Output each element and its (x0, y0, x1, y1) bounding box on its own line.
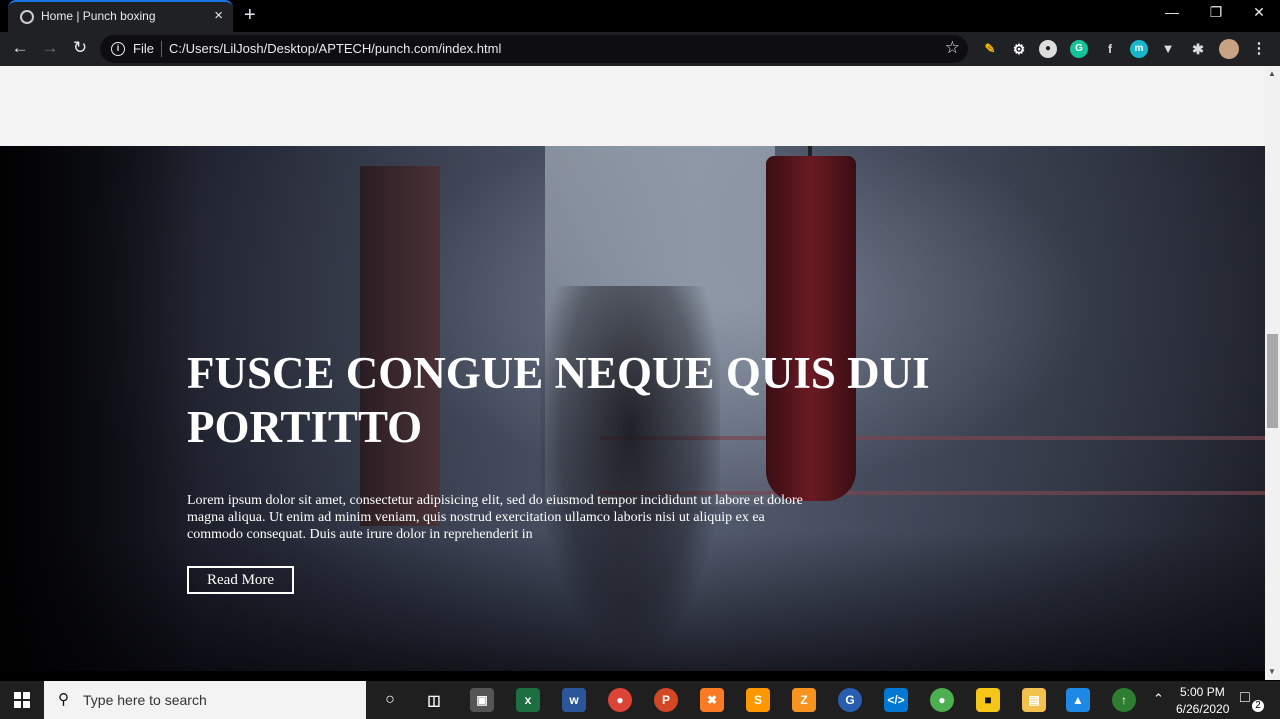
vuetify-icon[interactable]: ▼ (1159, 40, 1177, 58)
filezilla-icon[interactable]: Z (792, 688, 816, 712)
windows-start-icon[interactable] (14, 692, 30, 708)
powerpoint-icon[interactable]: P (654, 688, 678, 712)
git-icon[interactable]: ↑ (1112, 688, 1136, 712)
tray-chevron-up-icon[interactable]: ⌃ (1153, 691, 1164, 707)
file-explorer-icon[interactable]: ▤ (1022, 688, 1046, 712)
bulb-icon[interactable]: ● (1039, 40, 1057, 58)
meet-icon[interactable]: m (1130, 40, 1148, 58)
pencil-icon[interactable]: ✎ (981, 40, 999, 58)
notification-badge: 2 (1252, 700, 1264, 712)
tab-close-icon[interactable]: × (214, 7, 223, 24)
bookmark-star-icon[interactable]: ☆ (945, 38, 960, 58)
hero-bg-shadow (0, 146, 200, 671)
hero-title: Fusce congue neque quis dui portitto (187, 348, 930, 452)
close-window-button[interactable]: ✕ (1249, 4, 1269, 21)
windows-taskbar: ⚲ Type here to search ○ ◫ ▣ x w ● P ✖ S … (0, 681, 1280, 719)
minimize-button[interactable]: — (1162, 4, 1182, 20)
search-icon: ⚲ (58, 691, 69, 708)
browser-tab[interactable]: Home | Punch boxing × (8, 0, 233, 32)
page-top-strip (0, 66, 1265, 146)
clock-time[interactable]: 5:00 PM (1180, 685, 1225, 699)
restore-button[interactable]: ❐ (1206, 4, 1226, 21)
hero-content: Fusce congue neque quis dui portitto Lor… (187, 346, 1007, 594)
word-icon[interactable]: w (562, 688, 586, 712)
sublime-icon[interactable]: S (746, 688, 770, 712)
store-icon[interactable]: ▣ (470, 688, 494, 712)
address-bar[interactable]: i File C:/Users/LilJosh/Desktop/APTECH/p… (100, 35, 968, 63)
task-view-icon[interactable]: ◫ (422, 688, 446, 712)
excel-icon[interactable]: x (516, 688, 540, 712)
internet-icon[interactable]: ● (930, 688, 954, 712)
grammarly-icon[interactable]: G (1070, 40, 1088, 58)
page-viewport: Fusce congue neque quis dui portitto Lor… (0, 66, 1265, 671)
chrome-icon[interactable]: ● (608, 688, 632, 712)
scroll-thumb[interactable] (1267, 334, 1278, 428)
avatar[interactable] (1219, 39, 1239, 59)
reload-icon[interactable]: ↻ (69, 38, 91, 58)
forward-arrow-icon[interactable]: → (39, 38, 61, 58)
xampp-control-icon[interactable]: ■ (976, 688, 1000, 712)
url-text[interactable]: C:/Users/LilJosh/Desktop/APTECH/punch.co… (169, 41, 501, 56)
app-icon[interactable]: G (838, 688, 862, 712)
tab-bar: Home | Punch boxing × + — ❐ ✕ (0, 0, 1280, 32)
notification-icon[interactable]: □ (1240, 689, 1250, 707)
scroll-up-icon[interactable]: ▲ (1268, 69, 1276, 78)
taskbar-search-placeholder: Type here to search (83, 692, 207, 708)
font-icon[interactable]: f (1101, 40, 1119, 58)
clock-date[interactable]: 6/26/2020 (1176, 702, 1229, 716)
tab-title: Home | Punch boxing (41, 9, 156, 23)
info-icon[interactable]: i (111, 42, 125, 56)
read-more-button[interactable]: Read More (187, 566, 295, 594)
browser-toolbar: ← → ↻ i File C:/Users/LilJosh/Desktop/AP… (0, 32, 1280, 66)
photos-icon[interactable]: ▲ (1066, 688, 1090, 712)
taskbar-search-box[interactable]: ⚲ Type here to search (44, 681, 366, 719)
puzzle-icon[interactable]: ✱ (1189, 40, 1207, 58)
page-scrollbar[interactable]: ▲ ▼ (1265, 66, 1280, 680)
cortana-icon[interactable]: ○ (378, 688, 402, 712)
globe-icon (20, 10, 34, 24)
gear-icon[interactable]: ⚙ (1010, 40, 1028, 58)
vscode-icon[interactable]: </> (884, 688, 908, 712)
file-label: File (133, 41, 154, 56)
hero-text: Lorem ipsum dolor sit amet, consectetur … (187, 493, 803, 542)
menu-icon[interactable]: ⋮ (1250, 40, 1268, 58)
scroll-down-icon[interactable]: ▼ (1268, 667, 1276, 676)
back-arrow-icon[interactable]: ← (9, 38, 31, 58)
xampp-icon[interactable]: ✖ (700, 688, 724, 712)
hero-section: Fusce congue neque quis dui portitto Lor… (0, 146, 1265, 671)
omnibox-divider (161, 41, 162, 57)
new-tab-button[interactable]: + (244, 3, 256, 27)
